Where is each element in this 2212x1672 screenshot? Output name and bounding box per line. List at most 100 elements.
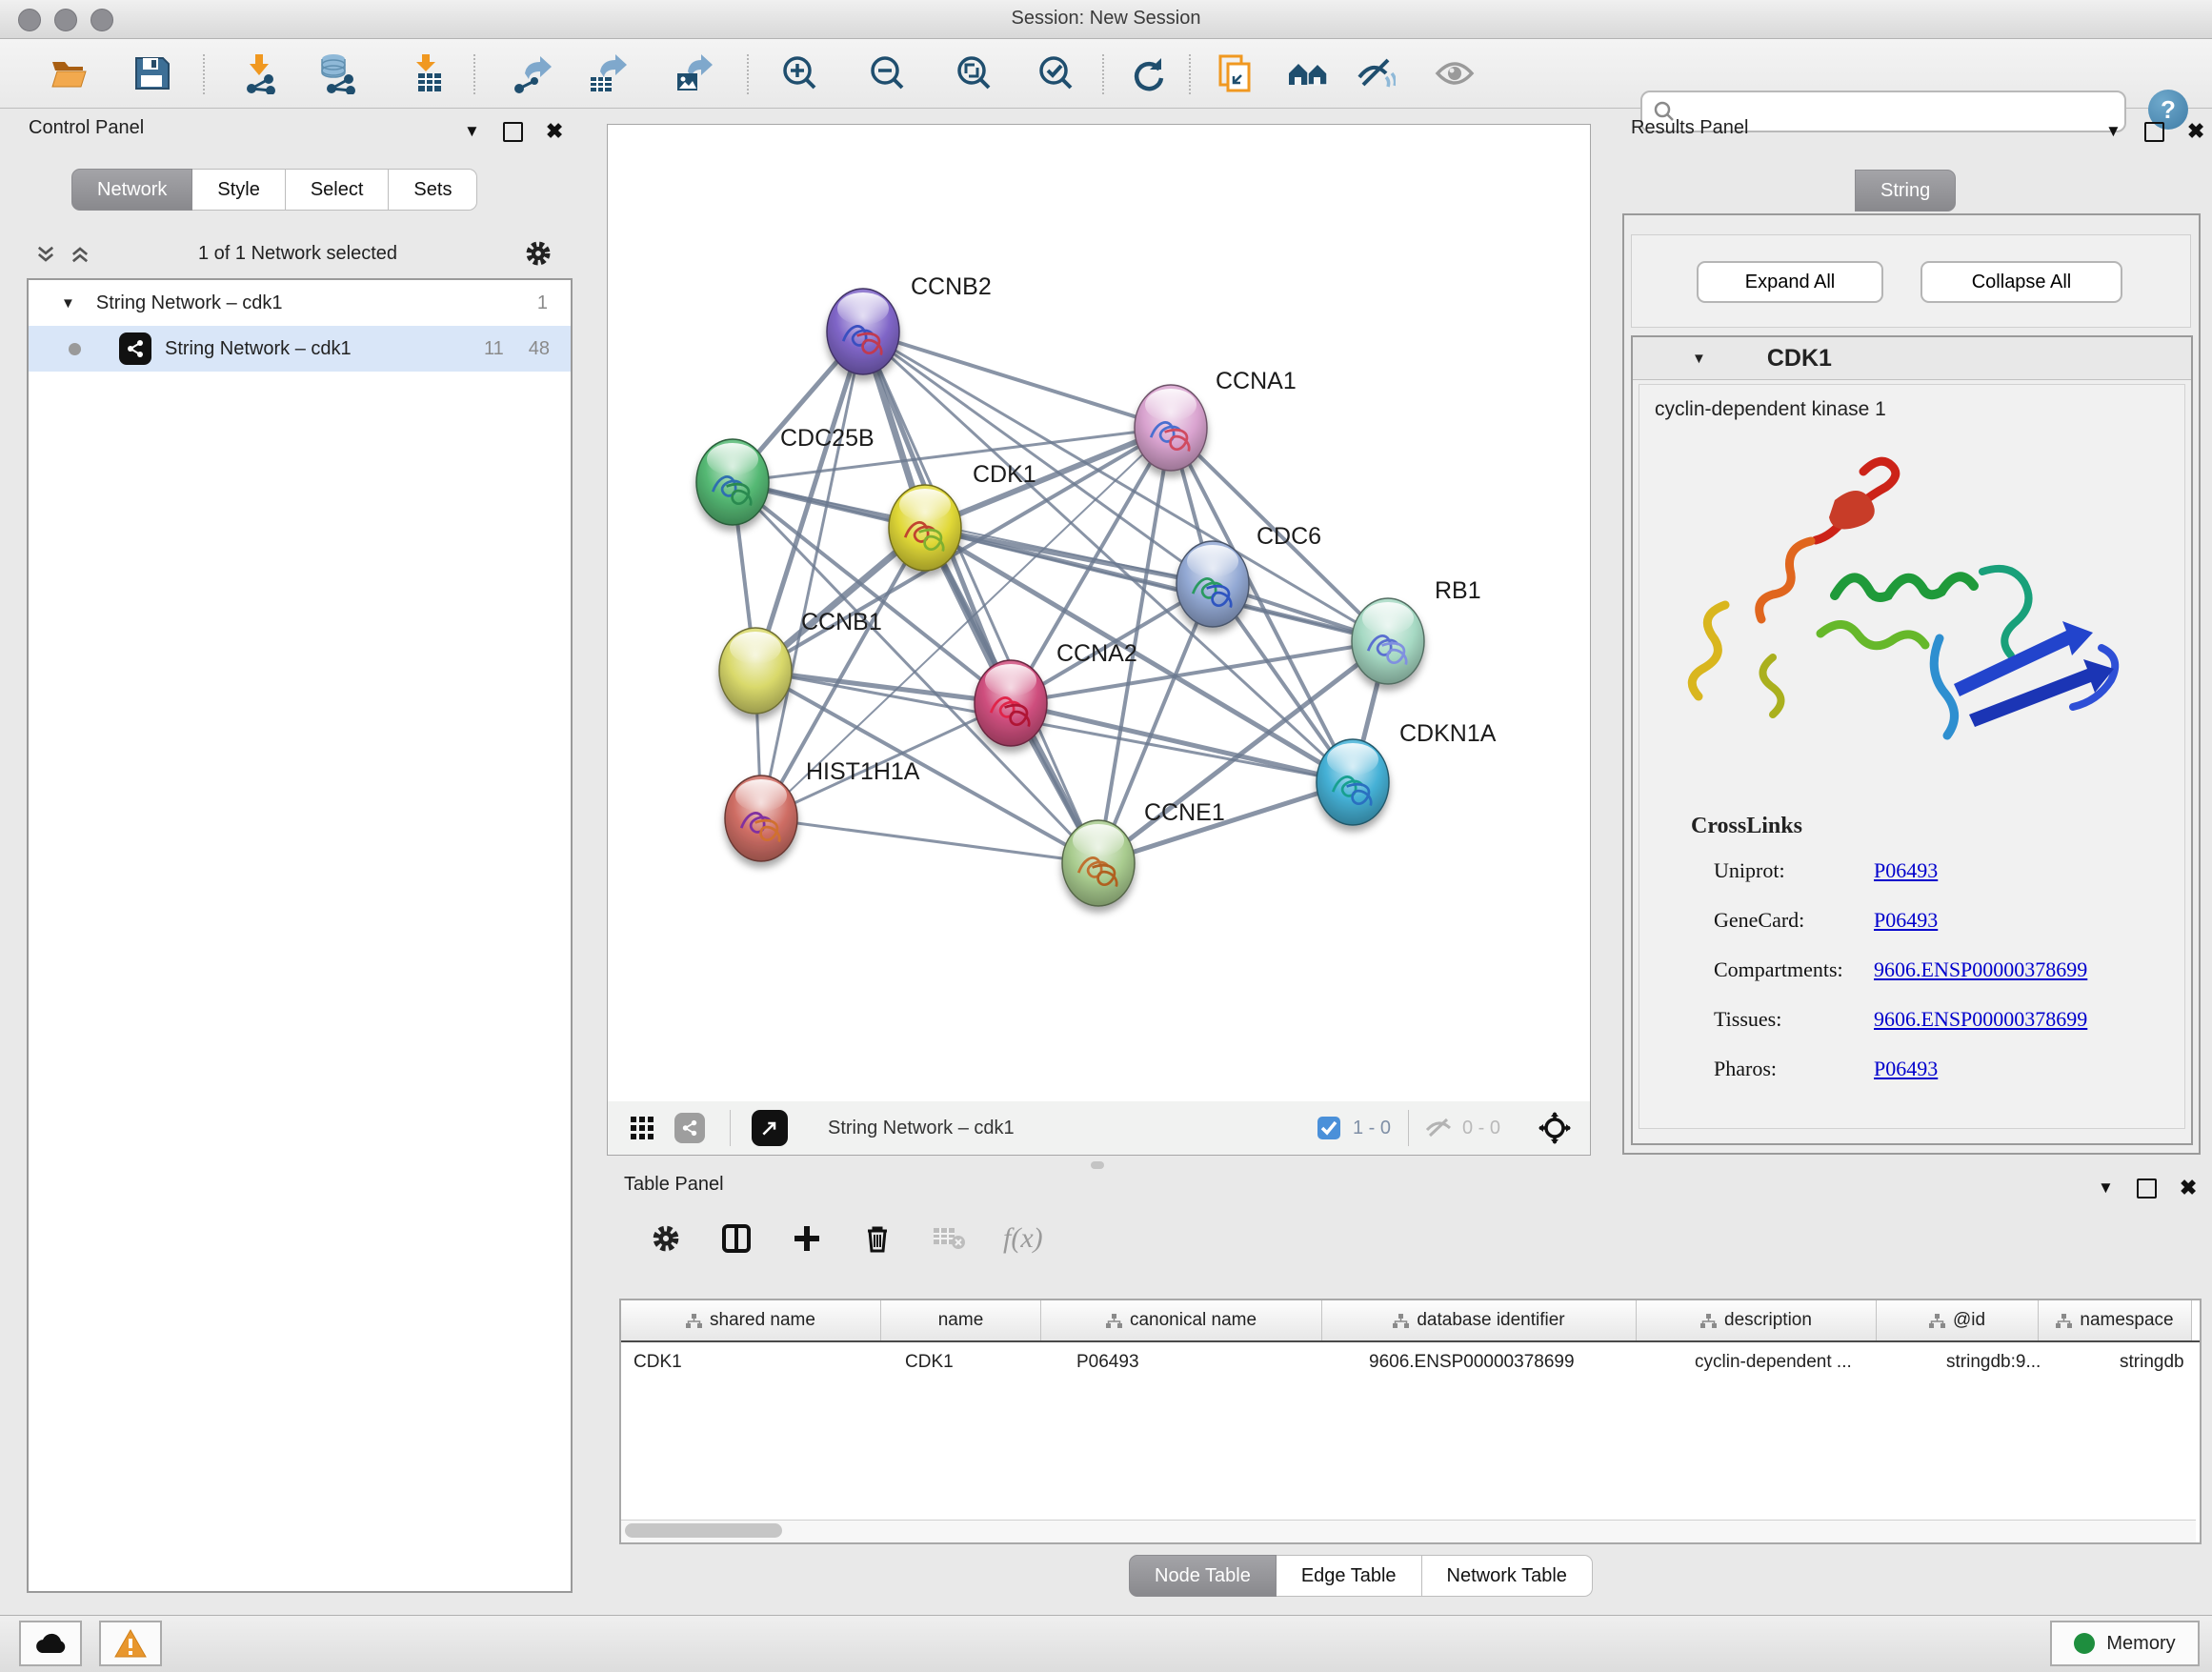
network-node-RB1[interactable]: RB1: [1352, 577, 1481, 684]
network-row[interactable]: String Network – cdk1 11 48: [29, 326, 571, 372]
panel-close-icon[interactable]: ✖: [546, 119, 563, 144]
grid-view-icon[interactable]: [631, 1117, 654, 1139]
refresh-view-icon[interactable]: [1127, 52, 1169, 94]
memory-button[interactable]: Memory: [2050, 1621, 2200, 1666]
detach-view-icon[interactable]: [752, 1110, 788, 1146]
save-session-icon[interactable]: [131, 52, 172, 94]
network-view-title: String Network – cdk1: [828, 1118, 1015, 1139]
column-header-description[interactable]: description: [1637, 1300, 1877, 1340]
column-header-name[interactable]: name: [881, 1300, 1041, 1340]
table-cell[interactable]: P06493: [1064, 1342, 1357, 1382]
crosslink-value-link[interactable]: P06493: [1874, 908, 1938, 933]
splitter-handle[interactable]: [1091, 1161, 1104, 1169]
network-edge-CDKN1A-CCNE1[interactable]: [1098, 782, 1353, 863]
tab-network-table[interactable]: Network Table: [1422, 1555, 1593, 1597]
export-network-icon[interactable]: [512, 52, 553, 94]
network-node-HIST1H1A[interactable]: HIST1H1A: [725, 758, 920, 861]
panel-minimize-icon[interactable]: ▼: [2105, 122, 2122, 141]
column-header-canonical-name[interactable]: canonical name: [1041, 1300, 1322, 1340]
collapse-all-button[interactable]: Collapse All: [1920, 261, 2122, 303]
import-network-from-file-icon[interactable]: [240, 52, 282, 94]
create-column-icon[interactable]: [792, 1223, 822, 1254]
scrollbar-thumb[interactable]: [625, 1523, 782, 1538]
crosslink-value-link[interactable]: 9606.ENSP00000378699: [1874, 1007, 2087, 1032]
zoom-in-icon[interactable]: [779, 52, 821, 94]
function-builder-icon[interactable]: f(x): [1003, 1222, 1043, 1255]
expand-all-button[interactable]: Expand All: [1697, 261, 1883, 303]
column-header-namespace[interactable]: namespace: [2039, 1300, 2192, 1340]
collection-expander-icon[interactable]: ▼: [61, 295, 75, 312]
tab-node-table[interactable]: Node Table: [1129, 1555, 1277, 1597]
network-edge-CCNA2-CDKN1A[interactable]: [1011, 703, 1353, 782]
crosslink-label: Tissues:: [1714, 1007, 1874, 1032]
export-image-icon[interactable]: [673, 52, 714, 94]
delete-column-icon[interactable]: [862, 1223, 893, 1254]
crosslink-value-link[interactable]: 9606.ENSP00000378699: [1874, 957, 2087, 982]
tab-style[interactable]: Style: [192, 169, 285, 211]
network-node-CCNE1[interactable]: CCNE1: [1062, 799, 1225, 906]
table-cell[interactable]: CDK1: [893, 1342, 1064, 1382]
network-edge-CCNB2-RB1[interactable]: [863, 332, 1388, 641]
warnings-button[interactable]: [99, 1621, 162, 1666]
table-cell[interactable]: stringdb: [2107, 1342, 2202, 1382]
panel-minimize-icon[interactable]: ▼: [464, 122, 480, 141]
zoom-fit-content-icon[interactable]: [954, 52, 995, 94]
network-node-CCNA1[interactable]: CCNA1: [1135, 368, 1297, 471]
panel-close-icon[interactable]: ✖: [2180, 1176, 2197, 1200]
selected-checkbox-icon[interactable]: [1317, 1116, 1341, 1140]
table-cell[interactable]: cyclin-dependent ...: [1682, 1342, 1934, 1382]
network-share-view-icon[interactable]: [674, 1113, 705, 1143]
column-header-database-identifier[interactable]: database identifier: [1322, 1300, 1637, 1340]
tab-select[interactable]: Select: [286, 169, 390, 211]
crosslink-row: GeneCard:P06493: [1714, 908, 2184, 933]
network-options-gear-icon[interactable]: [524, 239, 553, 268]
show-all-icon[interactable]: [1434, 52, 1476, 94]
network-node-CCNA2[interactable]: CCNA2: [975, 640, 1137, 746]
node-table[interactable]: shared namenamecanonical namedatabase id…: [619, 1299, 2202, 1544]
zoom-out-icon[interactable]: [867, 52, 909, 94]
panel-float-icon[interactable]: [503, 122, 523, 142]
network-canvas[interactable]: CCNB2CCNA1CDC25BCDK1CDC6RB1CCNB1CCNA2CDK…: [607, 124, 1591, 1102]
first-neighbors-icon[interactable]: [1287, 52, 1329, 94]
session-snapshot-icon[interactable]: [1215, 52, 1257, 94]
horizontal-scrollbar[interactable]: [621, 1520, 2196, 1542]
table-cell[interactable]: 9606.ENSP00000378699: [1357, 1342, 1682, 1382]
panel-float-icon[interactable]: [2137, 1178, 2157, 1199]
import-table-from-file-icon[interactable]: [407, 52, 449, 94]
cloud-status-button[interactable]: [19, 1621, 82, 1666]
tab-network[interactable]: Network: [71, 169, 192, 211]
panel-minimize-icon[interactable]: ▼: [2098, 1178, 2114, 1198]
network-node-CDKN1A[interactable]: CDKN1A: [1317, 720, 1497, 825]
open-session-icon[interactable]: [48, 52, 90, 94]
network-edge-count: 48: [529, 338, 550, 360]
crosslink-value-link[interactable]: P06493: [1874, 1057, 1938, 1081]
export-table-icon[interactable]: [587, 52, 629, 94]
section-expander-icon[interactable]: ▼: [1692, 351, 1706, 367]
hidden-eye-icon[interactable]: [1424, 1116, 1453, 1140]
table-cell[interactable]: CDK1: [621, 1342, 893, 1382]
column-header-@id[interactable]: @id: [1877, 1300, 2039, 1340]
zoom-selected-icon[interactable]: [1036, 52, 1077, 94]
tab-edge-table[interactable]: Edge Table: [1277, 1555, 1422, 1597]
panel-close-icon[interactable]: ✖: [2187, 119, 2204, 144]
collection-label: String Network – cdk1: [96, 292, 283, 314]
protein-section-header[interactable]: ▼ CDK1: [1633, 337, 2191, 380]
network-edge-CCNB1-CCNA2[interactable]: [755, 671, 1011, 703]
table-cell[interactable]: stringdb:9...: [1934, 1342, 2107, 1382]
tab-string[interactable]: String: [1855, 170, 1956, 212]
table-row[interactable]: CDK1CDK1P064939606.ENSP00000378699cyclin…: [621, 1342, 2200, 1382]
column-header-shared-name[interactable]: shared name: [621, 1300, 881, 1340]
selected-counts: 1 - 0: [1353, 1118, 1391, 1139]
tab-sets[interactable]: Sets: [389, 169, 477, 211]
network-edge-HIST1H1A-CCNE1[interactable]: [761, 818, 1098, 863]
hide-selected-icon[interactable]: [1354, 52, 1396, 94]
import-network-from-database-icon[interactable]: [316, 52, 358, 94]
panel-float-icon[interactable]: [2144, 122, 2164, 142]
crosslink-value-link[interactable]: P06493: [1874, 858, 1938, 883]
delete-table-icon[interactable]: [933, 1226, 965, 1251]
show-columns-icon[interactable]: [721, 1223, 752, 1254]
network-collection-row[interactable]: ▼ String Network – cdk1 1: [29, 280, 571, 326]
network-edge-CCNB2-CCNA1[interactable]: [863, 332, 1171, 428]
table-options-gear-icon[interactable]: [651, 1223, 681, 1254]
birdseye-view-icon[interactable]: [1538, 1112, 1571, 1144]
